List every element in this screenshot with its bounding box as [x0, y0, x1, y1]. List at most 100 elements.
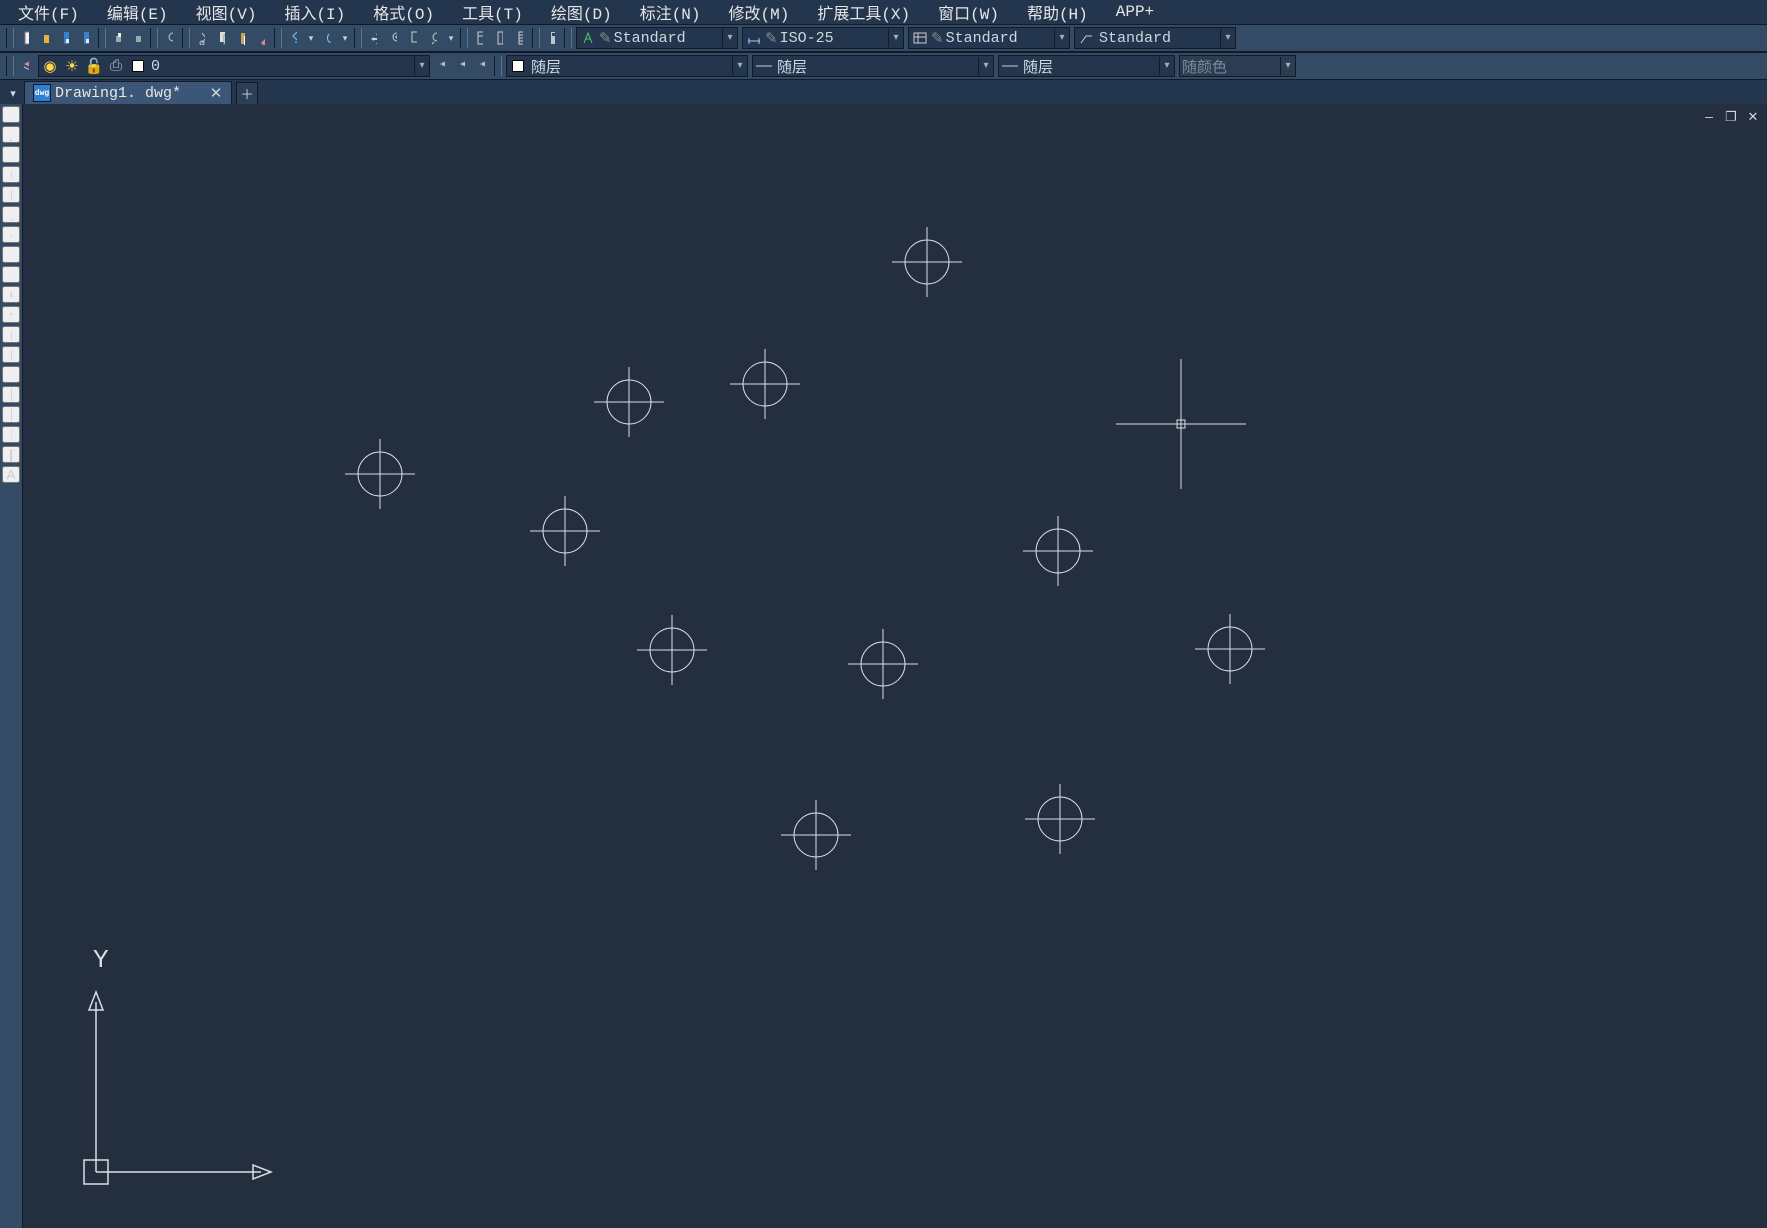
region-button[interactable]: [2, 426, 20, 443]
designcenter-button[interactable]: [491, 29, 509, 47]
layer-color-icon[interactable]: [130, 58, 146, 74]
plotstyle-value: 随颜色: [1180, 56, 1233, 77]
mtext-button[interactable]: A: [2, 466, 20, 483]
standard-toolbar: ▾ ▾ ▾ ✎ Standard ▾ ✎ ISO-25 ▾ ✎ Standard…: [0, 24, 1767, 52]
bulb-on-icon[interactable]: ◉: [42, 58, 58, 74]
line-button[interactable]: [2, 106, 20, 123]
bylayer-color-icon: [510, 58, 526, 74]
polyline-button[interactable]: [2, 146, 20, 163]
menu-file[interactable]: 文件(F): [4, 0, 93, 26]
point-marker: [594, 367, 664, 437]
menu-format[interactable]: 格式(O): [359, 0, 448, 26]
menu-app[interactable]: APP+: [1102, 1, 1168, 23]
chevron-down-icon: ▾: [888, 29, 903, 47]
open-button[interactable]: [37, 29, 55, 47]
gradient-button[interactable]: [2, 406, 20, 423]
print-button[interactable]: [109, 29, 127, 47]
point-marker: [345, 439, 415, 509]
dimstyle-dropdown[interactable]: ✎ ISO-25 ▾: [742, 27, 904, 49]
layerprops-button[interactable]: [17, 57, 35, 75]
tablestyle-dropdown[interactable]: ✎ Standard ▾: [908, 27, 1070, 49]
close-icon[interactable]: ✕: [1745, 110, 1761, 124]
pan-button[interactable]: [365, 29, 383, 47]
ellipsearc-button[interactable]: [2, 306, 20, 323]
xline-button[interactable]: [2, 126, 20, 143]
arc-button[interactable]: [2, 206, 20, 223]
matchprop-button[interactable]: [253, 29, 271, 47]
menu-modify[interactable]: 修改(M): [715, 0, 804, 26]
menu-window[interactable]: 窗口(W): [924, 0, 1013, 26]
redo-history-button[interactable]: ▾: [339, 29, 351, 47]
restore-icon[interactable]: ❐: [1723, 110, 1739, 124]
chevron-down-icon: ▾: [978, 57, 993, 75]
properties-button[interactable]: [471, 29, 489, 47]
chevron-down-icon: ▾: [414, 57, 429, 75]
zoom-flyout-button[interactable]: ▾: [445, 29, 457, 47]
cut-button[interactable]: [193, 29, 211, 47]
drawing-canvas[interactable]: — ❐ ✕ Y X: [23, 104, 1767, 1228]
menu-view[interactable]: 视图(V): [182, 0, 271, 26]
insertblock-button[interactable]: [2, 326, 20, 343]
point-marker: [848, 629, 918, 699]
menu-ext[interactable]: 扩展工具(X): [803, 0, 924, 26]
linetype-dropdown[interactable]: 随层 ▾: [752, 55, 994, 77]
tab-drawing1[interactable]: dwg Drawing1. dwg* ✕: [24, 81, 232, 104]
menu-draw[interactable]: 绘图(D): [537, 0, 626, 26]
zoom-realtime-button[interactable]: [385, 29, 403, 47]
undo-history-button[interactable]: ▾: [305, 29, 317, 47]
ucs-icon: Y X: [71, 942, 291, 1192]
menu-help[interactable]: 帮助(H): [1013, 0, 1102, 26]
zoom-previous-button[interactable]: [425, 29, 443, 47]
calc-button[interactable]: [543, 29, 561, 47]
layer-state-button[interactable]: [453, 57, 471, 75]
menu-dim[interactable]: 标注(N): [626, 0, 715, 26]
menu-insert[interactable]: 插入(I): [270, 0, 359, 26]
circle-button[interactable]: [2, 226, 20, 243]
tab-nav-button[interactable]: ▾: [4, 82, 22, 104]
point-button[interactable]: [2, 366, 20, 383]
close-icon[interactable]: ✕: [209, 86, 223, 100]
hatch-button[interactable]: [2, 386, 20, 403]
point-marker: [530, 496, 600, 566]
layer-iso-button[interactable]: [473, 57, 491, 75]
menu-edit[interactable]: 编辑(E): [93, 0, 182, 26]
menu-tools[interactable]: 工具(T): [448, 0, 537, 26]
print-preview-button[interactable]: [129, 29, 147, 47]
toolpalette-button[interactable]: [511, 29, 529, 47]
ellipse-button[interactable]: [2, 286, 20, 303]
copy-button[interactable]: [213, 29, 231, 47]
divider-icon: [494, 56, 502, 76]
polygon-button[interactable]: [2, 166, 20, 183]
lineweight-icon: [1002, 58, 1018, 74]
lock-open-icon[interactable]: 🔓: [86, 58, 102, 74]
save-button[interactable]: [57, 29, 75, 47]
chevron-down-icon: ▾: [1159, 57, 1174, 75]
viewport-window-controls: — ❐ ✕: [1701, 110, 1761, 124]
layer-properties-toolbar: ◉ ☀ 🔓 ⎙ 0 ▾ 随层 ▾ 随层 ▾ 随层 ▾ 随颜色 ▾: [0, 52, 1767, 80]
mleaderstyle-dropdown[interactable]: Standard ▾: [1074, 27, 1236, 49]
textstyle-dropdown[interactable]: ✎ Standard ▾: [576, 27, 738, 49]
new-tab-button[interactable]: ＋: [236, 82, 258, 104]
redo-button[interactable]: [319, 29, 337, 47]
point-marker: [892, 227, 962, 297]
new-button[interactable]: [17, 29, 35, 47]
plotstyle-dropdown[interactable]: 随颜色 ▾: [1179, 55, 1296, 77]
color-dropdown[interactable]: 随层 ▾: [506, 55, 748, 77]
minimize-icon[interactable]: —: [1701, 110, 1717, 124]
paste-button[interactable]: [233, 29, 251, 47]
crosshair-cursor: [1116, 359, 1246, 489]
spline-button[interactable]: [2, 266, 20, 283]
zoom-window-button[interactable]: [405, 29, 423, 47]
layer-prev-button[interactable]: [433, 57, 451, 75]
find-button[interactable]: [161, 29, 179, 47]
sun-icon[interactable]: ☀: [64, 58, 80, 74]
layer-dropdown[interactable]: ◉ ☀ 🔓 ⎙ 0 ▾: [38, 55, 430, 77]
lineweight-dropdown[interactable]: 随层 ▾: [998, 55, 1175, 77]
plot-icon[interactable]: ⎙: [108, 58, 124, 74]
rectangle-button[interactable]: [2, 186, 20, 203]
table-button[interactable]: [2, 446, 20, 463]
saveas-button[interactable]: [77, 29, 95, 47]
undo-button[interactable]: [285, 29, 303, 47]
makeblock-button[interactable]: [2, 346, 20, 363]
revcloud-button[interactable]: [2, 246, 20, 263]
